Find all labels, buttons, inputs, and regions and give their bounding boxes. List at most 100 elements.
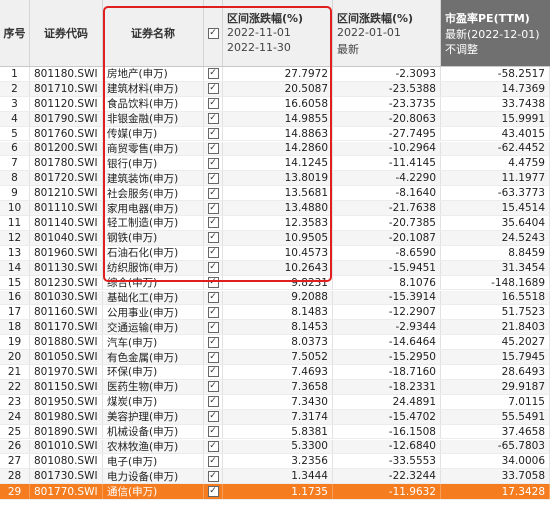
table-row[interactable]: 10 801110.SWI 家用电器(申万) ✓ 13.4880 -21.7638 15.4… (0, 201, 550, 216)
row-code: 801180.SWI (30, 67, 103, 81)
row-checkbox[interactable]: ✓ (207, 172, 219, 184)
table-row[interactable]: 27 801080.SWI 电子(申万) ✓ 3.2356 -33.5553 34.0006 (0, 454, 550, 470)
table-row[interactable]: 20 801050.SWI 有色金属(申万) ✓ 7.5052 -15.2950 15.79… (0, 350, 550, 365)
table-row[interactable]: 12 801040.SWI 钢铁(申万) ✓ 10.9505 -20.1087 24.524… (0, 230, 550, 246)
table-row[interactable]: 8 801720.SWI 建筑装饰(申万) ✓ 13.8019 -4.2290 11.197… (0, 171, 550, 187)
row-check[interactable]: ✓ (204, 335, 223, 350)
row-check[interactable]: ✓ (204, 290, 223, 305)
table-row[interactable]: 9 801210.SWI 社会服务(申万) ✓ 13.5681 -8.1640 -63.37… (0, 186, 550, 202)
table-row[interactable]: 28 801730.SWI 电力设备(申万) ✓ 1.3444 -22.3244 33.70… (0, 469, 550, 485)
row-check[interactable]: ✓ (204, 216, 223, 230)
header-chg-nov[interactable]: 区间涨跌幅(%) 2022-11-01 2022-11-30 (223, 0, 333, 66)
row-checkbox[interactable]: ✓ (207, 232, 219, 244)
row-checkbox[interactable]: ✓ (207, 187, 219, 199)
row-check[interactable]: ✓ (204, 275, 223, 290)
table-row[interactable]: 4 801790.SWI 非银金融(申万) ✓ 14.9855 -20.8063 15.99… (0, 111, 550, 127)
header-code[interactable]: 证券代码 (30, 0, 103, 66)
row-check[interactable]: ✓ (204, 126, 223, 141)
row-checkbox[interactable]: ✓ (207, 128, 219, 140)
header-name[interactable]: 证券名称 (103, 0, 204, 66)
row-check[interactable]: ✓ (204, 424, 223, 439)
table-row[interactable]: 6 801200.SWI 商贸零售(申万) ✓ 14.2860 -10.2964 -62.4… (0, 141, 550, 157)
row-checkbox[interactable]: ✓ (207, 262, 219, 274)
row-checkbox[interactable]: ✓ (207, 321, 219, 333)
row-check[interactable]: ✓ (204, 201, 223, 215)
row-check[interactable]: ✓ (204, 245, 223, 260)
row-checkbox[interactable]: ✓ (207, 396, 219, 408)
row-checkbox[interactable]: ✓ (207, 291, 219, 303)
row-code: 801150.SWI (30, 379, 103, 394)
row-check[interactable]: ✓ (204, 320, 223, 335)
table-row[interactable]: 17 801160.SWI 公用事业(申万) ✓ 8.1483 -12.2907 51.75… (0, 305, 550, 321)
row-check[interactable]: ✓ (204, 379, 223, 394)
row-checkbox[interactable]: ✓ (207, 411, 219, 423)
select-all-checkbox[interactable]: ✓ (207, 27, 219, 39)
table-row[interactable]: 3 801120.SWI 食品饮料(申万) ✓ 16.6058 -23.3735 33.74… (0, 96, 550, 112)
table-row[interactable]: 13 801960.SWI 石油石化(申万) ✓ 10.4573 -8.6590 8.845… (0, 245, 550, 261)
table-row[interactable]: 24 801980.SWI 美容护理(申万) ✓ 7.3174 -15.4702 55.54… (0, 409, 550, 425)
row-check[interactable]: ✓ (204, 171, 223, 186)
table-row[interactable]: 29 801770.SWI 通信(申万) ✓ 1.1735 -11.9632 17.3428 (0, 484, 550, 501)
row-check[interactable]: ✓ (204, 67, 223, 81)
table-row[interactable]: 23 801950.SWI 煤炭(申万) ✓ 7.3430 24.4891 7.0115 (0, 394, 550, 410)
header-index[interactable]: 序号 (0, 0, 30, 66)
row-checkbox[interactable]: ✓ (207, 381, 219, 393)
row-checkbox[interactable]: ✓ (207, 142, 219, 154)
row-checkbox[interactable]: ✓ (207, 277, 219, 289)
row-index: 18 (0, 320, 30, 335)
row-check[interactable]: ✓ (204, 409, 223, 424)
row-check[interactable]: ✓ (204, 230, 223, 245)
table-row[interactable]: 21 801970.SWI 环保(申万) ✓ 7.4693 -18.7160 28.6493 (0, 365, 550, 380)
row-checkbox[interactable]: ✓ (207, 486, 219, 498)
header-chg-ytd[interactable]: 区间涨跌幅(%) 2022-01-01 最新 (333, 0, 441, 66)
table-row[interactable]: 22 801150.SWI 医药生物(申万) ✓ 7.3658 -18.2331 29.91… (0, 379, 550, 395)
row-checkbox[interactable]: ✓ (207, 157, 219, 169)
row-check[interactable]: ✓ (204, 484, 223, 500)
row-checkbox[interactable]: ✓ (207, 366, 219, 378)
row-checkbox[interactable]: ✓ (207, 68, 219, 80)
row-check[interactable]: ✓ (204, 305, 223, 320)
row-check[interactable]: ✓ (204, 96, 223, 111)
row-checkbox[interactable]: ✓ (207, 440, 219, 452)
row-checkbox[interactable]: ✓ (207, 113, 219, 125)
row-checkbox[interactable]: ✓ (207, 247, 219, 259)
row-check[interactable]: ✓ (204, 81, 223, 96)
table-row[interactable]: 11 801140.SWI 轻工制造(申万) ✓ 12.3583 -20.7385 35.6… (0, 216, 550, 231)
row-checkbox[interactable]: ✓ (207, 336, 219, 348)
header-check[interactable]: ✓ (204, 0, 223, 66)
row-checkbox[interactable]: ✓ (207, 455, 219, 467)
table-row[interactable]: 19 801880.SWI 汽车(申万) ✓ 8.0373 -14.6464 45.2027 (0, 335, 550, 351)
row-check[interactable]: ✓ (204, 365, 223, 379)
header-pe[interactable]: 市盈率PE(TTM) 最新(2022-12-01) 不调整 (441, 0, 550, 66)
row-chg-ytd: -20.1087 (333, 230, 441, 245)
row-check[interactable]: ✓ (204, 156, 223, 171)
row-check[interactable]: ✓ (204, 454, 223, 469)
row-check[interactable]: ✓ (204, 394, 223, 409)
row-checkbox[interactable]: ✓ (207, 217, 219, 229)
table-row[interactable]: 26 801010.SWI 农林牧渔(申万) ✓ 5.3300 -12.6840 -65.7… (0, 439, 550, 455)
row-check[interactable]: ✓ (204, 186, 223, 201)
row-checkbox[interactable]: ✓ (207, 306, 219, 318)
table-row[interactable]: 1 801180.SWI 房地产(申万) ✓ 27.7972 -2.3093 -58.251… (0, 67, 550, 82)
row-check[interactable]: ✓ (204, 469, 223, 484)
row-checkbox[interactable]: ✓ (207, 470, 219, 482)
table-row[interactable]: 5 801760.SWI 传媒(申万) ✓ 14.8863 -27.7495 43.4015 (0, 126, 550, 142)
row-checkbox[interactable]: ✓ (207, 426, 219, 438)
row-check[interactable]: ✓ (204, 111, 223, 126)
table-row[interactable]: 25 801890.SWI 机械设备(申万) ✓ 5.8381 -16.1508 37.46… (0, 424, 550, 440)
row-check[interactable]: ✓ (204, 350, 223, 364)
row-checkbox[interactable]: ✓ (207, 98, 219, 110)
row-name: 电力设备(申万) (103, 469, 204, 484)
table-row[interactable]: 7 801780.SWI 银行(申万) ✓ 14.1245 -11.4145 4.4759 (0, 156, 550, 172)
row-checkbox[interactable]: ✓ (207, 351, 219, 363)
table-row[interactable]: 18 801170.SWI 交通运输(申万) ✓ 8.1453 -2.9344 21.840… (0, 320, 550, 336)
row-checkbox[interactable]: ✓ (207, 202, 219, 214)
row-check[interactable]: ✓ (204, 141, 223, 156)
table-row[interactable]: 15 801230.SWI 综合(申万) ✓ 9.8231 8.1076 -148.1689 (0, 275, 550, 291)
row-check[interactable]: ✓ (204, 439, 223, 454)
table-row[interactable]: 16 801030.SWI 基础化工(申万) ✓ 9.2088 -15.3914 16.55… (0, 290, 550, 306)
table-row[interactable]: 14 801130.SWI 纺织服饰(申万) ✓ 10.2643 -15.9451 31.3… (0, 260, 550, 276)
table-row[interactable]: 2 801710.SWI 建筑材料(申万) ✓ 20.5087 -23.5388 14.73… (0, 81, 550, 97)
row-check[interactable]: ✓ (204, 260, 223, 275)
row-checkbox[interactable]: ✓ (207, 83, 219, 95)
